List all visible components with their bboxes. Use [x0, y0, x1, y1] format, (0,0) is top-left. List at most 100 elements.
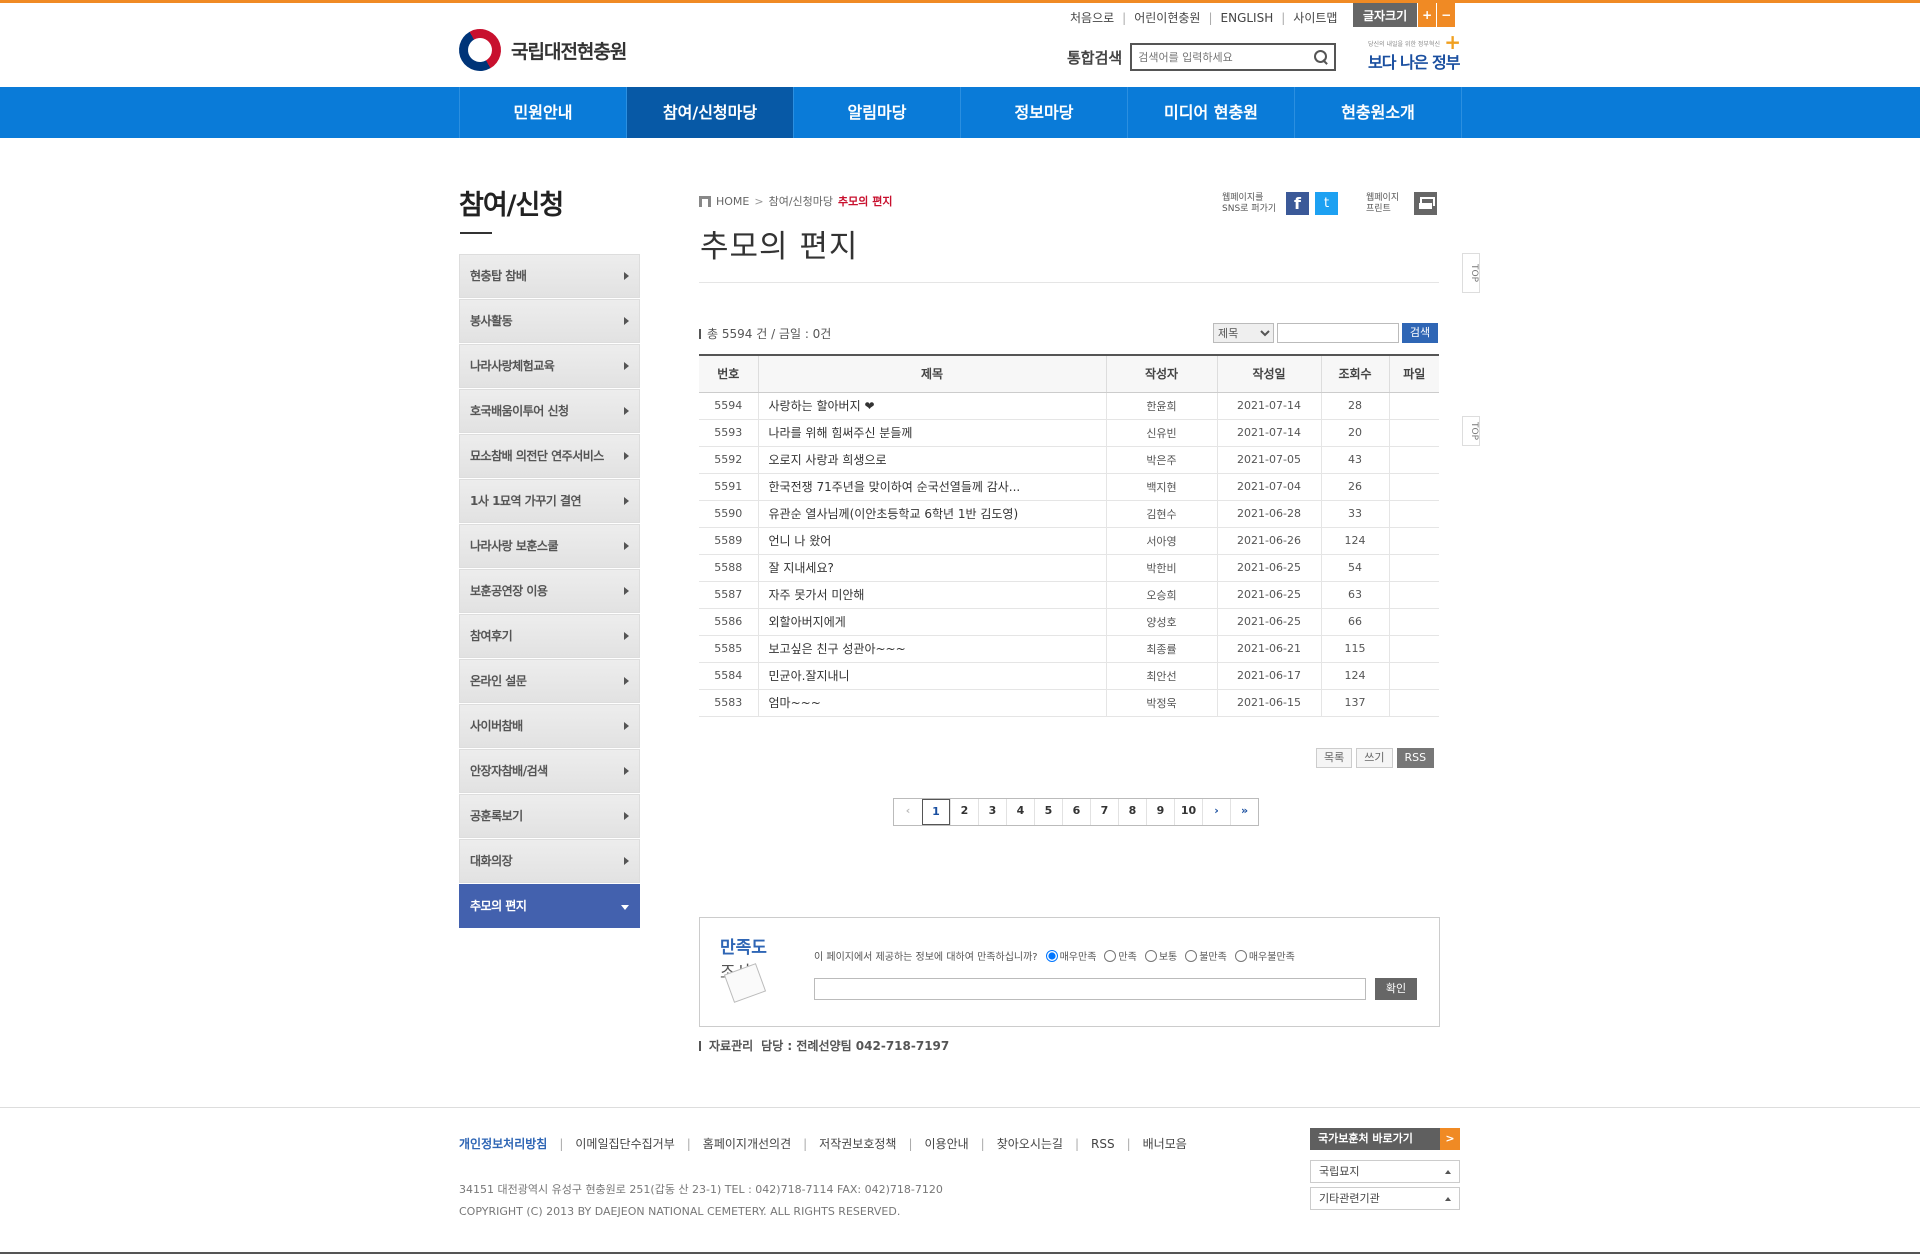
sidebar-item[interactable]: 사이버참배 [459, 704, 640, 748]
cell-title[interactable]: 사랑하는 할아버지 ❤ [757, 392, 1106, 420]
print-icon[interactable] [1414, 192, 1437, 215]
footer-link-copyright[interactable]: 저작권보호정책 [819, 1135, 896, 1152]
util-link-sitemap[interactable]: 사이트맵 [1293, 9, 1337, 26]
cell-title[interactable]: 외할아버지에게 [757, 608, 1106, 636]
footer-link-privacy[interactable]: 개인정보처리방침 [459, 1135, 547, 1152]
survey-comment-input[interactable] [814, 978, 1366, 1000]
gnb-item-civil[interactable]: 민원안내 [460, 87, 627, 138]
table-row[interactable]: 5583 엄마~~~ 박정욱 2021-06-15 137 [699, 689, 1439, 717]
table-row[interactable]: 5594 사랑하는 할아버지 ❤ 한윤희 2021-07-14 28 [699, 392, 1439, 420]
next-page-button[interactable]: › [1202, 799, 1230, 825]
gnb-item-notice[interactable]: 알림마당 [794, 87, 961, 138]
survey-radio[interactable] [1234, 949, 1247, 962]
gov-innovation-logo[interactable]: 당신의 내일을 위한 정부혁신 보다 나은 정부 + [1366, 32, 1461, 75]
page-link[interactable]: 10 [1174, 799, 1202, 825]
gnb-item-media[interactable]: 미디어 현충원 [1128, 87, 1295, 138]
font-increase-button[interactable]: + [1417, 3, 1437, 27]
cell-title[interactable]: 자주 못가서 미안해 [757, 581, 1106, 609]
util-link-home[interactable]: 처음으로 [1070, 9, 1114, 26]
page-link[interactable]: 9 [1146, 799, 1174, 825]
cell-title[interactable]: 엄마~~~ [757, 689, 1106, 717]
sidebar-item[interactable]: 묘소참배 의전단 연주서비스 [459, 434, 640, 478]
survey-confirm-button[interactable]: 확인 [1375, 978, 1417, 1000]
sidebar-item[interactable]: 나라사랑체험교육 [459, 344, 640, 388]
cell-title[interactable]: 한국전쟁 71주년을 맞이하여 순국선열들께 감사... [757, 473, 1106, 501]
page-link[interactable]: 8 [1118, 799, 1146, 825]
table-row[interactable]: 5587 자주 못가서 미안해 오승희 2021-06-25 63 [699, 581, 1439, 609]
sidebar-item[interactable]: 온라인 설문 [459, 659, 640, 703]
page-link[interactable]: 2 [950, 799, 978, 825]
cell-title[interactable]: 보고싶은 친구 성관아~~~ [757, 635, 1106, 663]
twitter-icon[interactable]: t [1315, 192, 1338, 215]
sidebar-item[interactable]: 현충탑 참배 [459, 254, 640, 298]
cell-title[interactable]: 오로지 사랑과 희생으로 [757, 446, 1106, 474]
sidebar-item[interactable]: 나라사랑 보훈스쿨 [459, 524, 640, 568]
mpva-shortcut-button[interactable]: 국가보훈처 바로가기 > [1310, 1128, 1460, 1150]
page-link[interactable]: 1 [922, 799, 950, 825]
util-link-kids[interactable]: 어린이현충원 [1134, 9, 1200, 26]
footer-link-email[interactable]: 이메일집단수집거부 [575, 1135, 674, 1152]
related-org-select[interactable]: 기타관련기관 [1310, 1187, 1460, 1210]
list-button[interactable]: 목록 [1316, 748, 1353, 768]
table-row[interactable]: 5593 나라를 위해 힘써주신 분들께 신유빈 2021-07-14 20 [699, 419, 1439, 447]
font-decrease-button[interactable]: − [1436, 3, 1456, 27]
cell-title[interactable]: 유관순 열사님께(이안초등학교 6학년 1반 김도영) [757, 500, 1106, 528]
survey-radio[interactable] [1104, 949, 1117, 962]
sidebar-item[interactable]: 호국배움이투어 신청 [459, 389, 640, 433]
footer-link-rss[interactable]: RSS [1091, 1137, 1115, 1151]
survey-option[interactable]: 매우만족 [1045, 948, 1096, 963]
footer-link-directions[interactable]: 찾아오시는길 [997, 1135, 1063, 1152]
table-row[interactable]: 5588 잘 지내세요? 박한비 2021-06-25 54 [699, 554, 1439, 582]
scroll-top-button[interactable]: TOP [1462, 253, 1480, 293]
survey-option[interactable]: 보통 [1144, 948, 1177, 963]
breadcrumb-parent[interactable]: 참여/신청마당 [769, 193, 833, 209]
facebook-icon[interactable]: f [1286, 192, 1309, 215]
page-link[interactable]: 4 [1006, 799, 1034, 825]
sidebar-item[interactable]: 보훈공연장 이용 [459, 569, 640, 613]
survey-option[interactable]: 만족 [1104, 948, 1137, 963]
site-logo[interactable]: 국립대전현충원 [451, 21, 627, 79]
sidebar-item[interactable]: 참여후기 [459, 614, 640, 658]
sidebar-item[interactable]: 공훈록보기 [459, 794, 640, 838]
page-link[interactable]: 5 [1034, 799, 1062, 825]
sidebar-item[interactable]: 1사 1묘역 가꾸기 결연 [459, 479, 640, 523]
search-field-select[interactable]: 제목 [1213, 323, 1274, 343]
util-link-english[interactable]: ENGLISH [1221, 11, 1274, 25]
gnb-item-participation[interactable]: 참여/신청마당 [627, 87, 794, 138]
table-row[interactable]: 5589 언니 나 왔어 서아영 2021-06-26 124 [699, 527, 1439, 555]
rss-button[interactable]: RSS [1396, 748, 1435, 768]
page-link[interactable]: 3 [978, 799, 1006, 825]
cell-title[interactable]: 잘 지내세요? [757, 554, 1106, 582]
gnb-item-about[interactable]: 현충원소개 [1295, 87, 1462, 138]
sidebar-item[interactable]: 대화의장 [459, 839, 640, 883]
cell-title[interactable]: 민균아.잘지내니 [757, 662, 1106, 690]
table-row[interactable]: 5591 한국전쟁 71주년을 맞이하여 순국선열들께 감사... 백지현 2021-… [699, 473, 1439, 501]
cell-title[interactable]: 나라를 위해 힘써주신 분들께 [757, 419, 1106, 447]
survey-option[interactable]: 불만족 [1185, 948, 1227, 963]
gnb-item-info[interactable]: 정보마당 [961, 87, 1128, 138]
table-row[interactable]: 5586 외할아버지에게 양성호 2021-06-25 66 [699, 608, 1439, 636]
survey-radio[interactable] [1185, 949, 1198, 962]
survey-option[interactable]: 매우불만족 [1234, 948, 1295, 963]
breadcrumb-home[interactable]: HOME [716, 195, 749, 208]
search-input[interactable] [1138, 50, 1315, 64]
table-row[interactable]: 5592 오로지 사랑과 희생으로 박은주 2021-07-05 43 [699, 446, 1439, 474]
national-cemetery-select[interactable]: 국립묘지 [1310, 1160, 1460, 1183]
search-icon[interactable] [1314, 50, 1328, 64]
last-page-button[interactable]: » [1230, 799, 1258, 825]
survey-radio[interactable] [1144, 949, 1157, 962]
scroll-top-button[interactable]: TOP [1462, 416, 1480, 446]
table-row[interactable]: 5590 유관순 열사님께(이안초등학교 6학년 1반 김도영) 김현수 2021-0… [699, 500, 1439, 528]
sidebar-item[interactable]: 안장자참배/검색 [459, 749, 640, 793]
sidebar-item[interactable]: 봉사활동 [459, 299, 640, 343]
footer-link-banners[interactable]: 배너모음 [1143, 1135, 1187, 1152]
board-search-button[interactable]: 검색 [1402, 323, 1438, 343]
write-button[interactable]: 쓰기 [1356, 748, 1393, 768]
footer-link-feedback[interactable]: 홈페이지개선의견 [703, 1135, 791, 1152]
table-row[interactable]: 5585 보고싶은 친구 성관아~~~ 최종률 2021-06-21 115 [699, 635, 1439, 663]
page-link[interactable]: 6 [1062, 799, 1090, 825]
footer-link-guide[interactable]: 이용안내 [925, 1135, 969, 1152]
prev-page-button[interactable]: ‹ [894, 799, 922, 825]
board-search-input[interactable] [1277, 323, 1399, 343]
sidebar-item-active[interactable]: 추모의 편지 [459, 884, 640, 928]
